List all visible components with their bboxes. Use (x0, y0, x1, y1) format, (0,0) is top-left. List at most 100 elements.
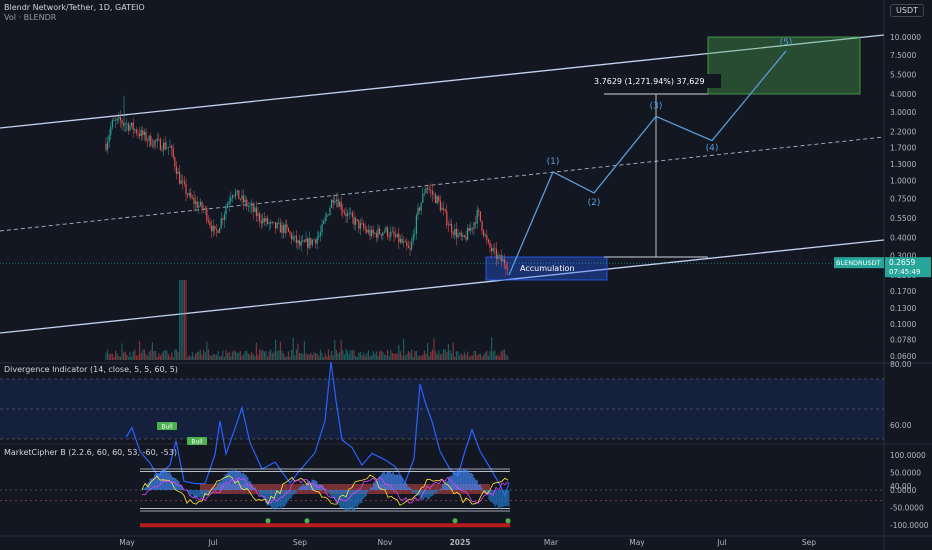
candle-body (345, 213, 347, 217)
candle-body (227, 203, 229, 208)
candle-body (326, 214, 328, 218)
candle-body (470, 227, 472, 232)
volume-bar (175, 349, 177, 360)
volume-bar (252, 353, 254, 360)
candle-body (379, 228, 381, 234)
volume-bar (379, 351, 381, 360)
mc-wave-bar (206, 490, 208, 495)
mc-wave-bar (398, 474, 400, 490)
volume-bar (251, 352, 253, 360)
candle-body (331, 199, 333, 208)
mc-wave-bar (365, 490, 367, 497)
candle-body (145, 131, 147, 141)
candle-body (415, 215, 417, 234)
mc-wave-bar (434, 490, 436, 493)
volume-bar (310, 352, 312, 360)
candle-body (315, 239, 317, 244)
volume-bar (505, 354, 507, 360)
volume-bar (243, 354, 245, 360)
candle-body (340, 202, 342, 211)
chart-canvas[interactable]: Accumulation 3.7629 (1,271.94%) 37,629 (1)… (0, 0, 932, 550)
volume-bar (215, 355, 217, 360)
candle-body (366, 229, 368, 233)
mc-wave-bar (299, 486, 301, 490)
volume-bar (500, 351, 502, 360)
candle-body (249, 206, 251, 207)
volume-bar (147, 355, 149, 360)
candle-body (459, 232, 461, 234)
candle-body (276, 223, 278, 229)
candle-body (113, 119, 115, 121)
mc-wave-bar (461, 470, 463, 490)
candle-body (353, 216, 355, 225)
candle-body (121, 120, 123, 124)
candle-body (246, 199, 248, 207)
volume-bar (499, 356, 501, 360)
price-tick: 3.0000 (890, 108, 916, 117)
volume-bar (153, 351, 155, 360)
mc-wave-bar (448, 477, 450, 490)
mc-wave-bar (352, 490, 354, 511)
price-tick: 0.1700 (890, 287, 916, 296)
candle-body (185, 183, 187, 195)
mc-buy-dot (304, 518, 310, 524)
mc-wave-bar (460, 470, 462, 490)
volume-bar (294, 355, 296, 360)
candle-body (412, 234, 414, 242)
mc-wave-bar (389, 471, 391, 490)
candle-body (308, 238, 310, 248)
mc-wave-bar (364, 490, 366, 498)
volume-bar (217, 351, 219, 360)
volume-bar (105, 352, 107, 360)
mc-wave-bar (349, 490, 351, 510)
candle-body (329, 207, 331, 215)
candle-body (212, 225, 214, 232)
candle-body (155, 140, 157, 142)
volume-bar (398, 344, 400, 360)
candle-body (358, 220, 360, 229)
volume-bar (326, 356, 328, 360)
candle-body (449, 224, 451, 226)
candle-body (425, 187, 427, 194)
volume-bar (481, 356, 483, 360)
candle-body (302, 240, 304, 242)
candle-body (116, 118, 118, 121)
candle-body (278, 222, 280, 224)
candle-body (137, 133, 139, 134)
volume-bar (187, 356, 189, 360)
volume-bar (289, 356, 291, 360)
channel-mid (0, 136, 885, 232)
volume-bar (201, 355, 203, 360)
candle-body (158, 138, 160, 140)
volume-bar (337, 353, 339, 360)
candle-body (215, 229, 217, 231)
candle-body (467, 228, 469, 240)
volume-bar (123, 352, 125, 360)
price-tick: 0.0600 (890, 352, 916, 361)
volume-bar (214, 354, 216, 360)
mc-wave-bar (214, 488, 216, 490)
volume-bar (427, 342, 429, 360)
mc-wave-bar (373, 482, 375, 490)
candle-body (175, 166, 177, 174)
candle-body (201, 201, 203, 209)
wave-label: (3) (650, 101, 663, 111)
volume-bar (295, 349, 297, 360)
candle-body (207, 220, 209, 223)
volume-bar (247, 353, 249, 360)
volume-bar (167, 354, 169, 360)
mc-wave-bar (451, 476, 453, 490)
candle-body (159, 139, 161, 150)
volume-bar (329, 355, 331, 360)
mc-wave-bar (325, 488, 327, 490)
mc-tick: 50.0000 (890, 469, 921, 478)
volume-bar (403, 339, 405, 360)
candle-body (383, 231, 385, 233)
volume-bar (227, 352, 229, 360)
candle-body (243, 195, 245, 203)
candle-body (377, 228, 379, 238)
candle-body (299, 240, 301, 246)
candle-body (217, 230, 219, 233)
candle-body (230, 197, 232, 202)
candle-body (507, 268, 509, 270)
